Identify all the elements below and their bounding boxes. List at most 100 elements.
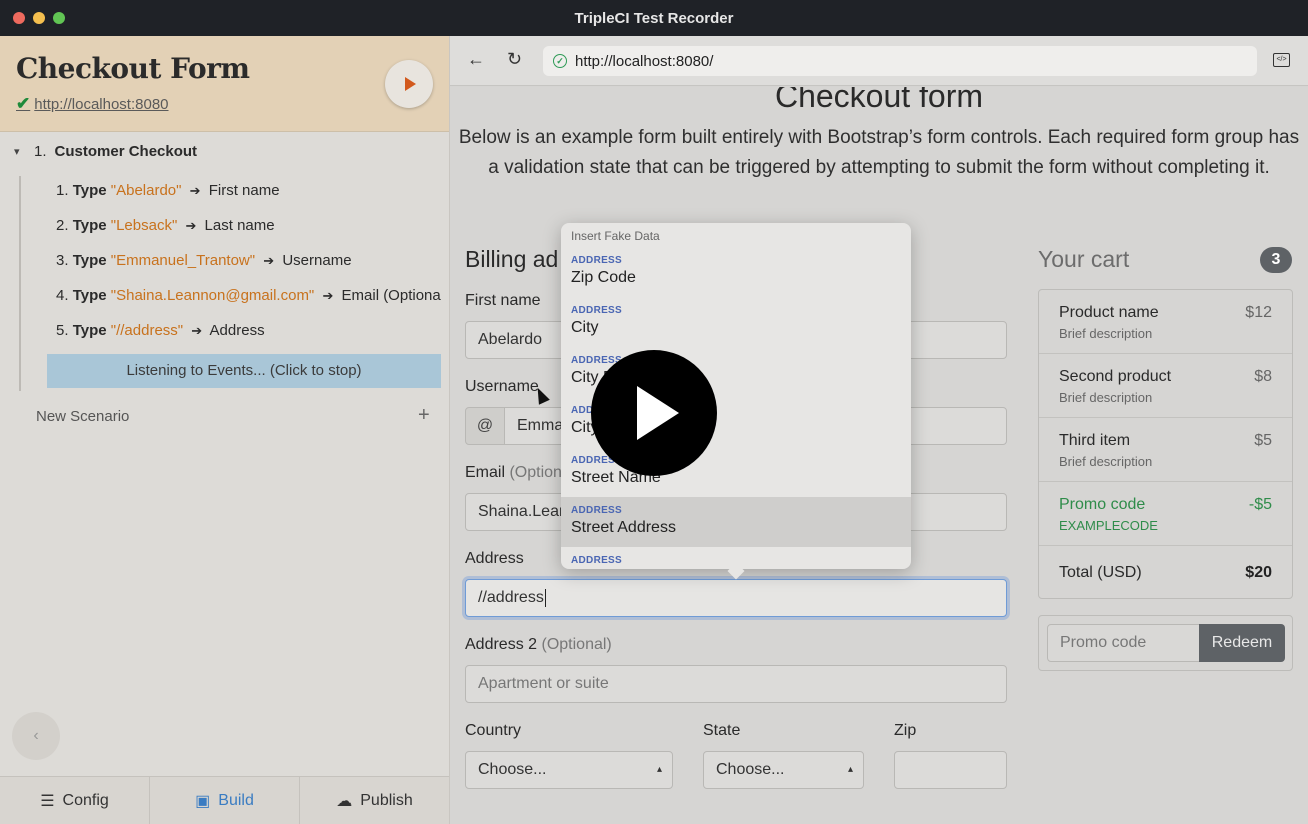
country-select-value: Choose... bbox=[478, 761, 547, 778]
arrow-right-icon: ➔ bbox=[191, 323, 203, 338]
popup-item-category: ADDRESS bbox=[571, 505, 622, 516]
popup-item-category: ADDRESS bbox=[571, 305, 622, 316]
zip-input[interactable] bbox=[894, 751, 1007, 789]
username-addon: @ bbox=[465, 407, 505, 445]
popup-item-category: ADDRESS bbox=[571, 555, 622, 566]
arrow-right-icon: ➔ bbox=[185, 218, 197, 233]
scenario-header[interactable]: ▾ 1. Customer Checkout bbox=[14, 143, 197, 160]
play-icon bbox=[405, 77, 416, 91]
step-item[interactable]: 5. Type "//address" ➔ Address bbox=[56, 322, 441, 339]
email-label-text: Email bbox=[465, 464, 506, 481]
new-scenario-label[interactable]: New Scenario bbox=[36, 408, 129, 425]
promo-code-input[interactable]: Promo code bbox=[1047, 624, 1201, 662]
window-title: TripleCI Test Recorder bbox=[574, 10, 734, 27]
back-arrow-icon[interactable]: ← bbox=[467, 49, 485, 70]
tab-publish[interactable]: ☁ Publish bbox=[300, 777, 449, 824]
address-label: Address bbox=[465, 550, 524, 567]
sliders-icon: ☰ bbox=[40, 792, 55, 810]
state-select-value: Choose... bbox=[716, 761, 785, 778]
address-input[interactable]: //address bbox=[465, 579, 1007, 617]
step-number: 3. bbox=[56, 252, 69, 269]
scenario-number: 1. bbox=[34, 143, 47, 160]
page-lead: Below is an example form built entirely … bbox=[458, 127, 1300, 178]
scenario-name: Customer Checkout bbox=[54, 143, 198, 160]
step-item[interactable]: 2. Type "Lebsack" ➔ Last name bbox=[56, 217, 441, 234]
cart-item: Product name Brief description $12 bbox=[1039, 290, 1292, 354]
arrow-right-icon: ➔ bbox=[322, 288, 334, 303]
step-target: Email (Optional) bbox=[341, 287, 441, 304]
page-title: Checkout form bbox=[774, 87, 984, 114]
first-name-label: First name bbox=[465, 292, 541, 309]
step-target: Username bbox=[282, 252, 352, 269]
cart-item-price: $8 bbox=[1254, 368, 1272, 385]
popup-item-category: ADDRESS bbox=[571, 255, 622, 266]
step-action: Type bbox=[72, 252, 107, 269]
tab-build-label: Build bbox=[218, 791, 254, 809]
step-target: Address bbox=[209, 322, 265, 339]
address-bar-url: http://localhost:8080/ bbox=[575, 52, 714, 70]
promo-code: EXAMPLECODE bbox=[1059, 518, 1158, 533]
cart-item: Third item Brief description $5 bbox=[1039, 418, 1292, 482]
select-arrows-icon: ▴ bbox=[847, 764, 853, 775]
reload-icon[interactable]: ↻ bbox=[507, 49, 522, 70]
select-arrows-icon: ▴ bbox=[656, 764, 662, 775]
popup-item[interactable]: ADDRESS Zip Code bbox=[561, 247, 911, 297]
devtools-icon[interactable]: </> bbox=[1273, 53, 1290, 67]
steps-divider bbox=[19, 176, 21, 391]
step-value: "//address" bbox=[110, 322, 184, 339]
recorder-title: Checkout Form bbox=[16, 52, 250, 85]
cart-total-value: $20 bbox=[1245, 564, 1272, 581]
listening-stop-button[interactable]: Listening to Events... (Click to stop) bbox=[47, 354, 441, 388]
step-target: Last name bbox=[204, 217, 275, 234]
check-icon: ✔ bbox=[16, 94, 31, 113]
step-number: 2. bbox=[56, 217, 69, 234]
arrow-right-icon: ➔ bbox=[263, 253, 275, 268]
state-label: State bbox=[703, 722, 741, 739]
address-bar[interactable]: ✓ http://localhost:8080/ bbox=[543, 46, 1257, 76]
billing-title: Billing ad bbox=[465, 246, 559, 272]
recorder-url[interactable]: ✔ http://localhost:8080 bbox=[16, 94, 169, 114]
run-button[interactable] bbox=[385, 60, 433, 108]
text-caret bbox=[544, 588, 546, 607]
state-select[interactable]: Choose... ▴ bbox=[703, 751, 864, 789]
promo-name: Promo code bbox=[1059, 496, 1146, 513]
chevron-down-icon: ▾ bbox=[14, 146, 20, 158]
cart-item: Second product Brief description $8 bbox=[1039, 354, 1292, 418]
step-action: Type bbox=[72, 182, 107, 199]
recorder-panel: Checkout Form ✔ http://localhost:8080 ▾ … bbox=[0, 36, 450, 824]
video-play-overlay[interactable] bbox=[591, 350, 717, 476]
collapse-panel-button[interactable]: ‹ bbox=[12, 712, 60, 760]
add-scenario-icon[interactable]: + bbox=[418, 404, 430, 427]
popup-item-selected[interactable]: ADDRESS Street Address bbox=[561, 497, 911, 547]
tab-config-label: Config bbox=[62, 791, 109, 809]
address2-optional-text: (Optional) bbox=[541, 636, 612, 653]
arrow-right-icon: ➔ bbox=[189, 183, 201, 198]
step-target: First name bbox=[208, 182, 280, 199]
address2-label: Address 2 (Optional) bbox=[465, 636, 612, 654]
cart-item-price: $5 bbox=[1254, 432, 1272, 449]
step-item[interactable]: 3. Type "Emmanuel_Trantow" ➔ Username bbox=[56, 252, 441, 269]
cart-promo-item: Promo code EXAMPLECODE -$5 bbox=[1039, 482, 1292, 546]
chevron-left-icon: ‹ bbox=[33, 727, 39, 744]
recorder-url-link[interactable]: http://localhost:8080 bbox=[34, 96, 168, 113]
mouse-cursor-icon bbox=[532, 385, 550, 405]
country-select[interactable]: Choose... ▴ bbox=[465, 751, 673, 789]
cart-item-name: Second product bbox=[1059, 368, 1172, 385]
email-label: Email (Option bbox=[465, 464, 562, 482]
window-titlebar: TripleCI Test Recorder bbox=[0, 0, 1308, 36]
username-label: Username bbox=[465, 378, 539, 395]
tab-config[interactable]: ☰ Config bbox=[0, 777, 150, 824]
cloud-icon: ☁ bbox=[336, 792, 353, 810]
promo-amount: -$5 bbox=[1248, 496, 1272, 513]
step-item[interactable]: 4. Type "Shaina.Leannon@gmail.com" ➔ Ema… bbox=[56, 287, 441, 304]
zip-label: Zip bbox=[894, 722, 917, 739]
redeem-button[interactable]: Redeem bbox=[1199, 624, 1285, 662]
popup-item[interactable]: ADDRESS City bbox=[561, 297, 911, 347]
step-item[interactable]: 1. Type "Abelardo" ➔ First name bbox=[56, 182, 441, 199]
cart-item-desc: Brief description bbox=[1059, 390, 1153, 405]
cart-total: Total (USD) $20 bbox=[1039, 546, 1292, 598]
tab-build[interactable]: ▣ Build bbox=[150, 777, 300, 824]
cart-item-name: Product name bbox=[1059, 304, 1159, 321]
address2-input[interactable]: Apartment or suite bbox=[465, 665, 1007, 703]
step-value: "Lebsack" bbox=[110, 217, 178, 234]
